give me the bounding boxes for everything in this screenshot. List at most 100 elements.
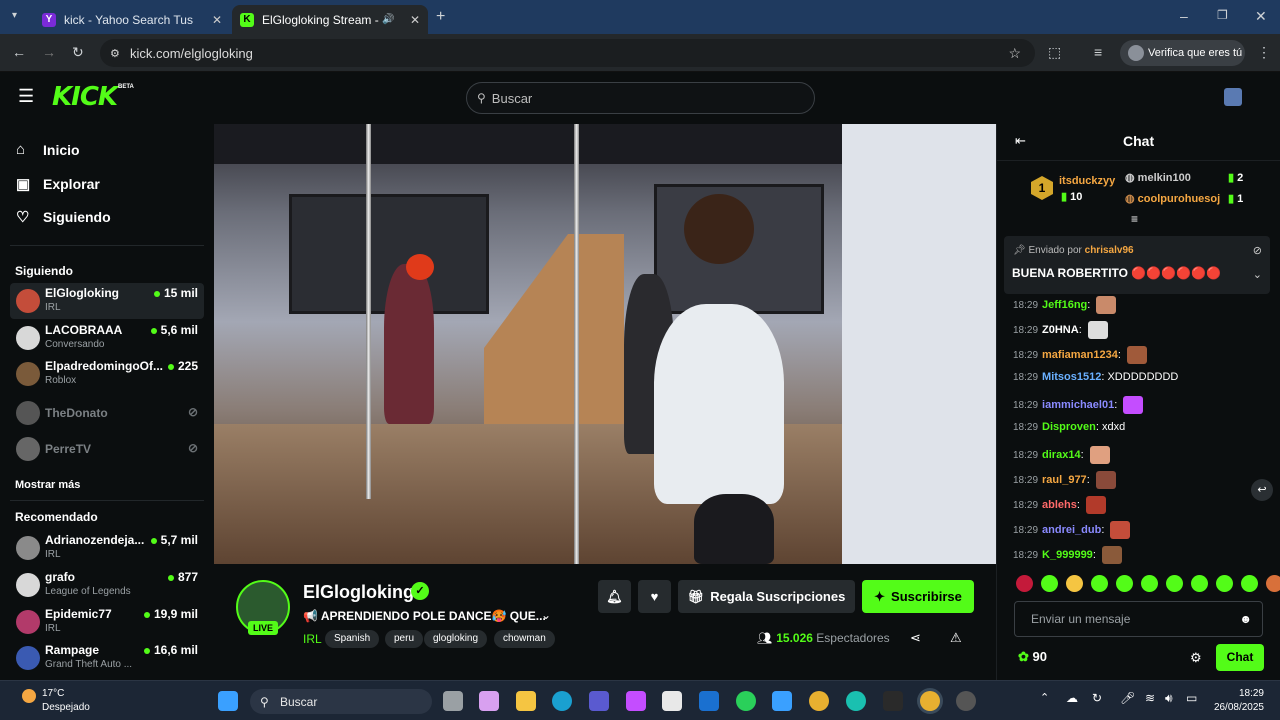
tag[interactable]: glogloking	[424, 630, 488, 648]
hamburger-menu-icon[interactable]: ☰	[18, 86, 34, 107]
chat-message[interactable]: 18:29 Jeff16ng:	[1013, 296, 1117, 314]
message-user[interactable]: iammichael01	[1042, 399, 1114, 411]
tag[interactable]: Spanish	[325, 630, 380, 648]
tab-list-icon[interactable]: ▾	[12, 10, 17, 21]
tab-yahoo[interactable]: Y kick - Yahoo Search Tus resultados ✕	[34, 5, 230, 34]
subscribe-button[interactable]: ✦ Suscribirse	[862, 580, 974, 613]
nav-explorar[interactable]: ▣ Explorar	[16, 175, 100, 193]
site-info-icon[interactable]: ⚙	[110, 47, 120, 60]
chat-message[interactable]: 18:29 iammichael01:	[1013, 396, 1144, 414]
close-icon[interactable]: ✕	[410, 13, 420, 27]
emote-picker-icon[interactable]	[1091, 575, 1108, 592]
cortana-icon[interactable]	[552, 691, 572, 711]
emote-picker-icon[interactable]	[1016, 575, 1033, 592]
channel-thedonato[interactable]: TheDonato ⊘	[10, 395, 204, 431]
channel-elpadredomingo[interactable]: ElpadredomingoOf... Roblox 225	[10, 356, 204, 392]
share-icon[interactable]: ⋖	[910, 630, 921, 646]
maximize-icon[interactable]: ❐	[1217, 8, 1228, 22]
office-icon[interactable]	[662, 691, 682, 711]
reload-icon[interactable]: ↻	[72, 44, 84, 61]
emote-picker-icon[interactable]	[1041, 575, 1058, 592]
video-player[interactable]	[214, 124, 996, 564]
volume-icon[interactable]: 🔊︎	[1165, 691, 1173, 706]
message-user[interactable]: andrei_dub	[1042, 524, 1101, 536]
channel-perretv[interactable]: PerreTV ⊘	[10, 431, 204, 467]
unpin-icon[interactable]: ⊘	[1253, 244, 1262, 257]
wifi-icon[interactable]: ≋	[1145, 691, 1155, 705]
gifter-row[interactable]: ◍ coolpurohuesoj	[1125, 192, 1220, 205]
sync-icon[interactable]: ↻	[1092, 691, 1102, 705]
message-user[interactable]: Jeff16ng	[1042, 299, 1087, 311]
minimize-icon[interactable]: –	[1180, 8, 1188, 24]
chevron-down-icon[interactable]: ⌄	[1253, 268, 1262, 281]
chrome-icon[interactable]	[809, 691, 829, 711]
mic-icon[interactable]: 🎤︎	[1120, 691, 1135, 705]
media-control-icon[interactable]: ≡	[1094, 44, 1102, 60]
outlook-icon[interactable]	[699, 691, 719, 711]
collapse-chat-icon[interactable]: ⇤	[1015, 133, 1026, 149]
new-tab-icon[interactable]: +	[436, 8, 445, 26]
chat-settings-icon[interactable]: ⚙	[1190, 650, 1202, 666]
emote-picker-icon[interactable]	[1241, 575, 1258, 592]
channel-points[interactable]: ✿ 90	[1018, 649, 1047, 665]
terminal-icon[interactable]	[883, 691, 903, 711]
channel-rampage[interactable]: Rampage Grand Theft Auto ... 16,6 mil	[10, 640, 204, 676]
channel-epidemic77[interactable]: Epidemic77 IRL 19,9 mil	[10, 604, 204, 640]
emote-picker-icon[interactable]	[1216, 575, 1233, 592]
extensions-icon[interactable]: ⬚	[1048, 44, 1061, 61]
chat-message[interactable]: 18:29 Mitsos1512: XDDDDDDDD	[1013, 371, 1178, 383]
app-icon[interactable]	[956, 691, 976, 711]
gift-subs-button[interactable]: 🎁︎ Regala Suscripciones	[678, 580, 855, 613]
chat-message[interactable]: 18:29 ablehs:	[1013, 496, 1107, 514]
message-user[interactable]: Mitsos1512	[1042, 371, 1101, 383]
windows-start-icon[interactable]	[218, 691, 238, 711]
chat-message[interactable]: 18:29 raul_977:	[1013, 471, 1116, 489]
kick-logo[interactable]: KICK	[52, 82, 118, 112]
verify-identity-button[interactable]: Verifica que eres tú	[1120, 40, 1245, 66]
chat-send-button[interactable]: Chat	[1216, 644, 1264, 671]
user-avatar-icon[interactable]	[1224, 88, 1242, 106]
channel-elglogloking[interactable]: ElGlogloking IRL 15 mil	[10, 283, 204, 319]
chevron-down-icon[interactable]: ⌄	[541, 608, 551, 622]
teams-icon[interactable]	[589, 691, 609, 711]
emote-picker-icon[interactable]	[1116, 575, 1133, 592]
bookmark-star-icon[interactable]: ☆	[1008, 45, 1021, 62]
nav-inicio[interactable]: ⌂ Inicio	[16, 141, 80, 158]
back-icon[interactable]: ←	[12, 44, 26, 60]
edge-icon[interactable]	[846, 691, 866, 711]
audio-icon[interactable]: 🔊	[382, 14, 394, 25]
channel-grafo[interactable]: grafo League of Legends 877	[10, 567, 204, 603]
address-bar[interactable]: ⚙ kick.com/elglogloking ☆	[100, 39, 1035, 67]
message-user[interactable]: ablehs	[1042, 499, 1077, 511]
taskbar-search[interactable]: ⚲ Buscar	[250, 689, 432, 714]
channel-lacobraaa[interactable]: LACOBRAAA Conversando 5,6 mil	[10, 320, 204, 356]
emote-picker-icon[interactable]	[1266, 575, 1280, 592]
battery-icon[interactable]: ▭	[1186, 691, 1197, 705]
streamer-name[interactable]: ElGlogloking	[303, 582, 414, 603]
chat-message[interactable]: 18:29 andrei_dub:	[1013, 521, 1131, 539]
gifter-row[interactable]: ◍ melkin100	[1125, 171, 1191, 184]
chat-message[interactable]: 18:29 Z0HNA:	[1013, 321, 1108, 339]
message-user[interactable]: Disproven	[1042, 421, 1096, 433]
tag[interactable]: peru	[385, 630, 424, 648]
tab-kick[interactable]: K ElGlogloking Stream - Watch 🔊 ✕	[232, 5, 428, 34]
search-input[interactable]: ⚲ Buscar	[466, 82, 815, 114]
emote-picker-icon[interactable]	[1166, 575, 1183, 592]
scroll-to-latest-icon[interactable]: ↩	[1251, 479, 1273, 501]
message-user[interactable]: dirax14	[1042, 449, 1081, 461]
top-gifter[interactable]: itsduckzyy	[1059, 175, 1115, 187]
copilot-icon[interactable]	[479, 691, 499, 711]
clock[interactable]: 18:29 26/08/2025	[1204, 687, 1264, 715]
whatsapp-icon[interactable]	[736, 691, 756, 711]
filter-icon[interactable]: ≡	[1131, 212, 1138, 226]
notifications-button[interactable]: 🔔︎	[598, 580, 631, 613]
store-icon[interactable]	[626, 691, 646, 711]
message-user[interactable]: K_999999	[1042, 549, 1093, 561]
photos-icon[interactable]	[772, 691, 792, 711]
emote-picker-icon[interactable]	[1191, 575, 1208, 592]
emote-picker-icon[interactable]	[1141, 575, 1158, 592]
forward-icon[interactable]: →	[42, 44, 56, 60]
show-more-link[interactable]: Mostrar más	[15, 479, 80, 491]
chat-message[interactable]: 18:29 mafiaman1234:	[1013, 346, 1147, 364]
close-icon[interactable]: ✕	[212, 13, 222, 27]
